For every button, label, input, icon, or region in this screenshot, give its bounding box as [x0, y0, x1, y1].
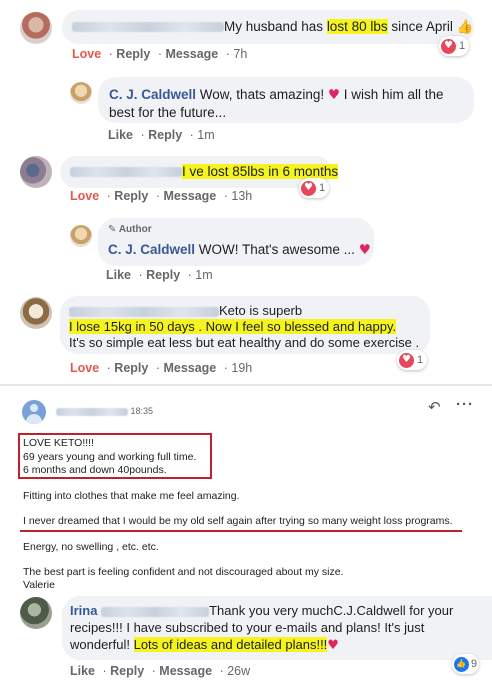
comment-time[interactable]: 26w: [227, 664, 250, 678]
message-line: Energy, no swelling , etc. etc.: [23, 541, 159, 553]
commenter-avatar[interactable]: [20, 156, 52, 188]
reply-button[interactable]: Reply: [114, 189, 148, 203]
reply-text: Wow, thats amazing!: [199, 87, 325, 102]
love-reaction-icon: [301, 180, 316, 196]
message-signature: Valerie: [23, 579, 55, 591]
message-line-underlined: I never dreamed that I would be my old s…: [23, 515, 453, 527]
heart-icon: ♥: [327, 638, 339, 653]
reply-button[interactable]: Reply: [116, 47, 150, 61]
reply-actions: Like · Reply · 1m: [106, 268, 213, 282]
comment-text: Keto is superb: [219, 303, 303, 318]
sender-avatar[interactable]: [22, 400, 46, 424]
reply-button[interactable]: Reply: [146, 268, 180, 282]
more-dots-icon[interactable]: ···: [456, 396, 474, 413]
reply-time[interactable]: 1m: [195, 268, 212, 282]
comment-actions: Love · Reply · Message · 13h: [70, 189, 253, 203]
author-avatar[interactable]: [70, 82, 92, 104]
reply-arrow-icon[interactable]: ↶: [428, 398, 441, 416]
comment-bubble: Irina Thank you very muchC.J.Caldwell fo…: [62, 596, 492, 660]
love-reaction-icon: [399, 352, 414, 368]
comment-text: My husband has lost 80 lbs since April 👍: [72, 19, 473, 35]
like-reaction-icon: [454, 656, 469, 672]
panel-divider: [0, 384, 492, 386]
comment-time[interactable]: 13h: [231, 189, 252, 203]
comment-time[interactable]: 7h: [233, 47, 247, 61]
message-line: The best part is feeling confident and n…: [23, 566, 344, 578]
reply-bubble: ✎ Author C. J. Caldwell WOW! That's awes…: [98, 218, 374, 266]
message-button[interactable]: Message: [165, 47, 218, 61]
red-underline: [20, 530, 462, 532]
love-button[interactable]: Love: [70, 189, 99, 203]
reply-author[interactable]: C. J. Caldwell: [109, 87, 196, 102]
comment-actions: Love · Reply · Message · 7h: [72, 47, 248, 61]
comment-actions: Like · Reply · Message · 26w: [70, 664, 251, 678]
comment-text: Thank you very muchC.J.Caldwell for your: [209, 603, 454, 618]
reply-button[interactable]: Reply: [110, 664, 144, 678]
message-button[interactable]: Message: [163, 361, 216, 375]
reply-bubble: C. J. Caldwell Wow, thats amazing! ♥ I w…: [98, 77, 474, 123]
comment-text: I ve lost 85lbs in 6 months: [182, 164, 339, 179]
comment-bubble: I ve lost 85lbs in 6 months: [60, 156, 339, 188]
love-button[interactable]: Love: [72, 47, 101, 61]
message-line: Fitting into clothes that make me feel a…: [23, 490, 240, 502]
message-button[interactable]: Message: [163, 189, 216, 203]
comment-author[interactable]: Irina: [70, 603, 97, 618]
reply-button[interactable]: Reply: [148, 128, 182, 142]
reply-text: WOW! That's awesome ...: [198, 242, 355, 257]
heart-icon: ♥: [358, 242, 371, 258]
reaction-count[interactable]: 1: [397, 350, 428, 370]
like-button[interactable]: Like: [106, 268, 131, 282]
author-badge: Author: [118, 224, 152, 235]
blurred-name: [69, 306, 219, 317]
like-button[interactable]: Like: [108, 128, 133, 142]
pencil-icon: ✎: [108, 224, 117, 235]
commenter-avatar[interactable]: [20, 12, 52, 44]
reaction-count[interactable]: 9: [452, 654, 480, 674]
comment-bubble: My husband has lost 80 lbs since April 👍: [62, 10, 474, 44]
like-button[interactable]: Like: [70, 664, 95, 678]
commenter-avatar[interactable]: [20, 297, 52, 329]
comment-actions: Love · Reply · Message · 19h: [70, 361, 253, 375]
comment-bubble: Keto is superb I lose 15kg in 50 days . …: [60, 296, 430, 354]
message-time: 18:35: [130, 406, 154, 416]
blurred-name: [101, 606, 210, 617]
commenter-avatar[interactable]: [20, 597, 52, 629]
blurred-sender: [56, 407, 128, 416]
reply-author[interactable]: C. J. Caldwell: [108, 242, 195, 257]
thumbs-up-icon: 👍: [456, 19, 474, 34]
blurred-name: [70, 167, 182, 178]
love-reaction-icon: [441, 38, 456, 54]
message-intro: LOVE KETO!!!! 69 years young and working…: [23, 437, 197, 476]
comment-time[interactable]: 19h: [231, 361, 252, 375]
heart-icon: ♥: [327, 87, 340, 103]
message-button[interactable]: Message: [159, 664, 212, 678]
author-avatar[interactable]: [70, 225, 92, 247]
love-button[interactable]: Love: [70, 361, 99, 375]
reply-time[interactable]: 1m: [197, 128, 214, 142]
reply-button[interactable]: Reply: [114, 361, 148, 375]
reply-actions: Like · Reply · 1m: [108, 128, 215, 142]
blurred-name: [72, 22, 224, 33]
reaction-count[interactable]: 1: [299, 178, 330, 198]
reaction-count[interactable]: 1: [439, 36, 470, 56]
